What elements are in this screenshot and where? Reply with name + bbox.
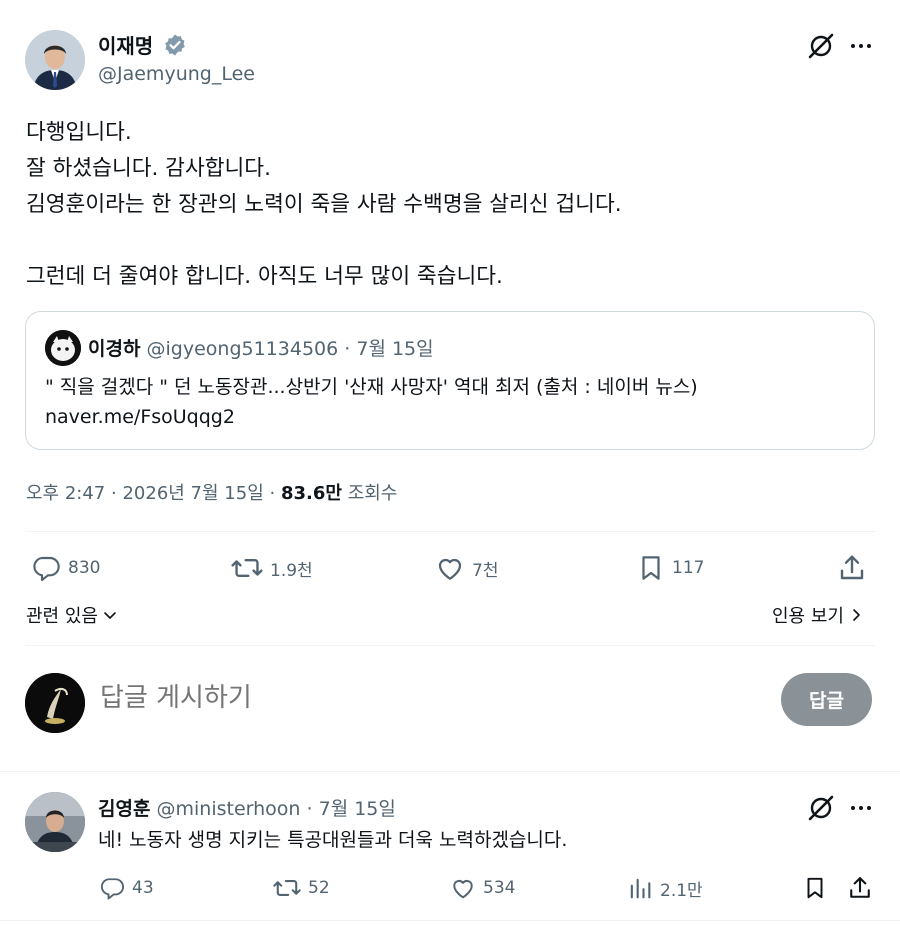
author-avatar[interactable] bbox=[25, 30, 85, 90]
retweet-count: 1.9천 bbox=[270, 560, 313, 581]
verified-badge-icon bbox=[163, 33, 187, 57]
chevron-right-icon bbox=[848, 607, 864, 623]
heart-icon bbox=[449, 874, 477, 902]
like-count: 7천 bbox=[472, 560, 499, 581]
view-quotes-label: 인용 보기 bbox=[772, 606, 844, 627]
related-toggle[interactable]: 관련 있음 bbox=[26, 602, 118, 628]
reply-date[interactable]: 7월 15일 bbox=[319, 798, 396, 820]
quote-text: " 직을 걸겠다 " 던 노동장관...상반기 '산재 사망자' 역대 최저 (… bbox=[45, 376, 698, 398]
views-label: 조회수 bbox=[347, 483, 398, 504]
grok-icon[interactable] bbox=[805, 30, 837, 62]
reply-author-handle[interactable]: @ministerhoon bbox=[157, 798, 301, 820]
quote-author-handle: @igyeong51134506 bbox=[146, 338, 339, 360]
like-button[interactable]: 7천 bbox=[434, 550, 498, 586]
my-avatar[interactable] bbox=[25, 673, 85, 733]
quote-author-avatar bbox=[45, 330, 81, 366]
share-icon bbox=[846, 874, 874, 902]
dot-separator: · bbox=[269, 483, 276, 504]
reply-like-button[interactable]: 534 bbox=[449, 871, 515, 905]
quote-author-name: 이경하 bbox=[88, 338, 141, 360]
reply-author-name[interactable]: 김영훈 bbox=[98, 798, 150, 820]
retweet-icon bbox=[230, 552, 264, 584]
divider bbox=[0, 920, 900, 921]
quote-tweet-card[interactable]: 이경하 @igyeong51134506 · 7월 15일 " 직을 걸겠다 "… bbox=[25, 311, 875, 450]
dot-separator: · bbox=[111, 483, 117, 504]
reply-reply-button[interactable]: 43 bbox=[98, 871, 154, 905]
reply-button[interactable]: 830 bbox=[30, 550, 100, 586]
more-options-icon[interactable] bbox=[845, 792, 877, 824]
divider bbox=[25, 531, 875, 532]
related-label: 관련 있음 bbox=[26, 606, 98, 627]
divider bbox=[25, 645, 875, 646]
author-handle[interactable]: @Jaemyung_Lee bbox=[98, 63, 255, 85]
quote-link[interactable]: naver.me/FsoUqqg2 bbox=[45, 402, 865, 432]
chevron-down-icon bbox=[102, 607, 118, 623]
share-icon bbox=[836, 552, 868, 584]
reply-input[interactable] bbox=[100, 683, 750, 713]
reply-views-count: 2.1만 bbox=[660, 880, 703, 901]
view-quotes-link[interactable]: 인용 보기 bbox=[772, 602, 864, 628]
retweet-button[interactable]: 1.9천 bbox=[230, 550, 313, 586]
reply-views-button[interactable]: 2.1만 bbox=[626, 871, 703, 905]
reply-count: 830 bbox=[68, 558, 101, 578]
share-button[interactable] bbox=[836, 550, 868, 586]
divider bbox=[0, 771, 900, 772]
bookmark-count: 117 bbox=[672, 558, 705, 578]
tweet-date[interactable]: 2026년 7월 15일 bbox=[122, 483, 263, 504]
quote-body: " 직을 걸겠다 " 던 노동장관...상반기 '산재 사망자' 역대 최저 (… bbox=[45, 372, 865, 432]
bookmark-button[interactable]: 117 bbox=[636, 550, 704, 586]
heart-icon bbox=[434, 552, 466, 584]
reply-submit-button[interactable]: 답글 bbox=[781, 673, 872, 726]
grok-icon[interactable] bbox=[805, 792, 837, 824]
dot-separator: · bbox=[306, 798, 313, 820]
reply-icon bbox=[30, 552, 62, 584]
reply-like-count: 534 bbox=[483, 878, 516, 898]
reply-bookmark-button[interactable] bbox=[802, 871, 828, 905]
author-name[interactable]: 이재명 bbox=[98, 30, 153, 59]
quote-header: 이경하 @igyeong51134506 · 7월 15일 bbox=[88, 334, 434, 361]
reply-text: 네! 노동자 생명 지키는 특공대원들과 더욱 노력하겠습니다. bbox=[98, 829, 568, 851]
reply-header: 김영훈 @ministerhoon · 7월 15일 bbox=[98, 794, 396, 821]
bookmark-icon bbox=[802, 874, 828, 902]
bookmark-icon bbox=[636, 552, 666, 584]
tweet-meta: 오후 2:47 · 2026년 7월 15일 · 83.6만 조회수 bbox=[26, 479, 397, 505]
quote-date: 7월 15일 bbox=[356, 338, 434, 360]
reply-share-button[interactable] bbox=[846, 871, 874, 905]
reply-author-avatar[interactable] bbox=[25, 792, 85, 852]
tweet-text: 다행입니다. 잘 하셨습니다. 감사합니다. 김영훈이라는 한 장관의 노력이 … bbox=[26, 120, 622, 289]
tweet-time[interactable]: 오후 2:47 bbox=[26, 483, 105, 504]
analytics-icon bbox=[626, 874, 654, 902]
dot-separator: · bbox=[344, 338, 351, 360]
retweet-icon bbox=[272, 874, 302, 902]
reply-retweet-count: 52 bbox=[308, 878, 330, 898]
views-count: 83.6만 bbox=[280, 483, 342, 504]
reply-reply-count: 43 bbox=[132, 878, 154, 898]
reply-icon bbox=[98, 874, 126, 902]
more-options-icon[interactable] bbox=[845, 30, 877, 62]
reply-retweet-button[interactable]: 52 bbox=[272, 871, 330, 905]
